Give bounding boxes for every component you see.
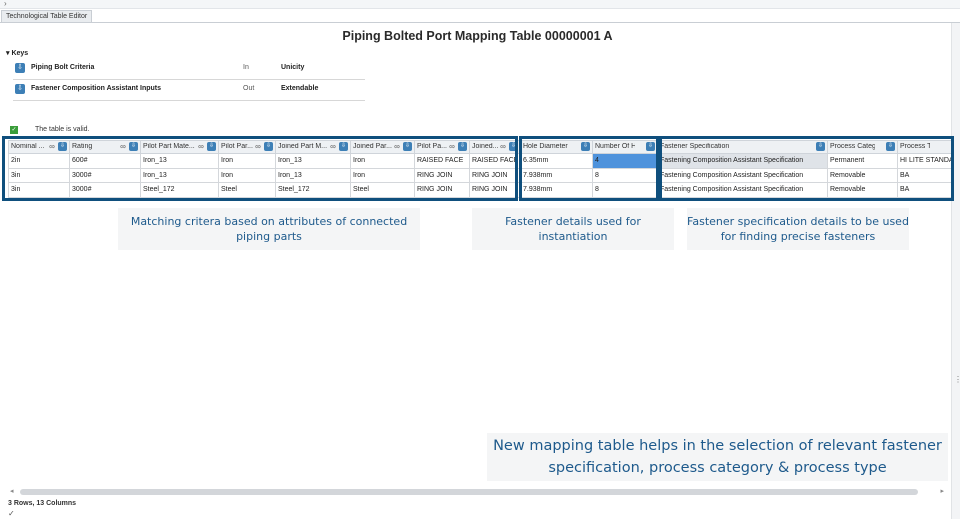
scrollbar-thumb[interactable]: [20, 489, 918, 495]
key-direction: Out: [243, 85, 255, 92]
tab-divider: [0, 22, 960, 23]
key-name: Piping Bolt Criteria: [31, 64, 95, 71]
key-direction: In: [243, 64, 249, 71]
key-value: Extendable: [281, 85, 319, 92]
key-icon: ⇩: [15, 63, 25, 73]
top-strip: ›: [0, 0, 960, 9]
page-title: Piping Bolted Port Mapping Table 0000000…: [342, 29, 613, 43]
fastener-details-frame: [519, 136, 659, 201]
matching-criteria-frame: [2, 136, 518, 201]
validation-message: The table is valid.: [35, 126, 90, 133]
key-name: Fastener Composition Assistant Inputs: [31, 85, 162, 92]
callout-spec-details: Fastener specification details to be use…: [687, 208, 909, 250]
right-scrollbar[interactable]: ⋮: [951, 23, 960, 519]
keys-heading: Keys: [11, 50, 29, 57]
fastener-spec-frame: [659, 136, 954, 201]
callout-summary: New mapping table helps in the selection…: [487, 433, 948, 481]
resize-grip-icon[interactable]: ⋮: [954, 375, 960, 384]
scroll-right-icon[interactable]: ▸: [940, 487, 944, 495]
callout-matching-criteria: Matching critera based on attributes of …: [118, 208, 420, 250]
edit-check-icon[interactable]: ✓: [8, 509, 15, 518]
key-icon: ⇩: [15, 84, 25, 94]
callout-fastener-details: Fastener details used for instantiation: [472, 208, 674, 250]
key-value: Unicity: [281, 64, 305, 71]
key-row[interactable]: ⇩ Fastener Composition Assistant Inputs …: [13, 82, 365, 101]
scroll-left-icon[interactable]: ◂: [10, 487, 14, 495]
chevron-right-icon[interactable]: ›: [4, 0, 7, 8]
horizontal-scrollbar[interactable]: ◂ ▸: [8, 488, 944, 496]
valid-check-icon: ✓: [10, 126, 18, 134]
key-row[interactable]: ⇩ Piping Bolt Criteria In Unicity: [13, 61, 365, 80]
table-summary: 3 Rows, 13 Columns: [8, 500, 77, 507]
keys-section-header[interactable]: ▾ Keys: [6, 49, 28, 57]
